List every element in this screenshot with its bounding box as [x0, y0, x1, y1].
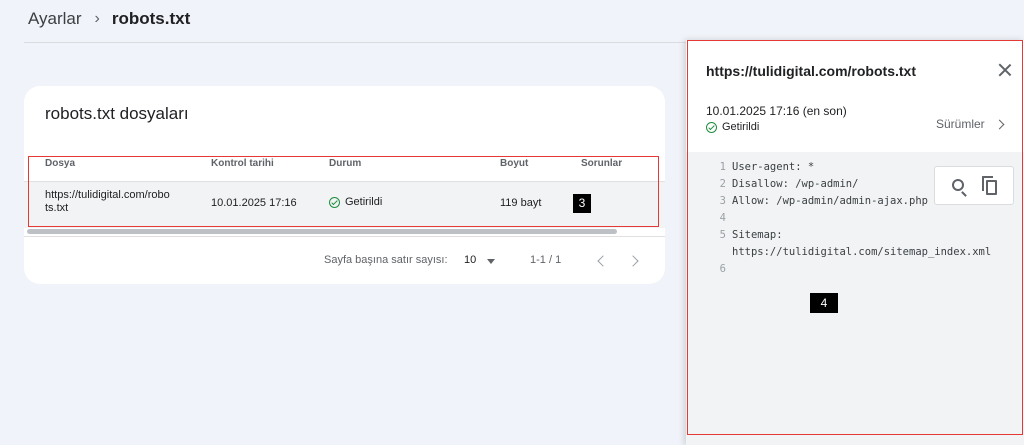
line-number: 2 [719, 178, 726, 190]
code-viewer[interactable]: 1 User-agent: * 2 Disallow: /wp-admin/ 3… [686, 152, 1024, 445]
line-text: Sitemap: [732, 229, 783, 241]
caret-down-icon[interactable] [487, 259, 495, 264]
breadcrumb-current: robots.txt [111, 9, 191, 28]
line-text: https://tulidigital.com/sitemap_index.xm… [732, 246, 992, 258]
copy-icon[interactable] [982, 176, 998, 196]
versions-label: Sürümler [936, 117, 985, 131]
panel-status-label: Getirildi [722, 121, 760, 133]
pagination-range: 1-1 / 1 [530, 254, 562, 266]
chevron-right-icon[interactable] [627, 255, 639, 267]
horizontal-scrollbar[interactable] [27, 229, 617, 234]
chevron-right-icon: › [94, 10, 100, 27]
line-number: 1 [719, 161, 726, 173]
line-number: 3 [719, 195, 726, 207]
panel-fetch-date: 10.01.2025 17:16 (en son) [706, 104, 847, 118]
line-text: Allow: /wp-admin/admin-ajax.php [732, 195, 928, 207]
panel-title: https://tulidigital.com/robots.txt [706, 63, 916, 79]
line-number: 5 [719, 229, 726, 241]
close-icon[interactable] [997, 62, 1013, 78]
panel-status: Getirildi [706, 121, 759, 133]
file-detail-panel: https://tulidigital.com/robots.txt 10.01… [686, 40, 1024, 445]
versions-button[interactable]: Sürümler [936, 117, 1005, 131]
code-toolbar [934, 166, 1014, 205]
line-number: 4 [719, 212, 726, 224]
chevron-right-icon [994, 119, 1005, 129]
copy-icon-front [986, 180, 997, 195]
rows-per-page-label: Sayfa başına satır sayısı: [324, 254, 448, 266]
annotation-badge-3: 3 [573, 194, 591, 213]
card-divider [24, 236, 665, 237]
line-text: User-agent: * [732, 161, 815, 173]
robots-files-card: robots.txt dosyaları Dosya Kontrol tarih… [24, 86, 665, 284]
annotation-badge-4: 4 [810, 293, 838, 313]
card-title: robots.txt dosyaları [45, 104, 189, 123]
breadcrumb: Ayarlar › robots.txt [28, 8, 190, 30]
chevron-left-icon[interactable] [597, 255, 609, 267]
search-icon[interactable] [952, 179, 964, 191]
breadcrumb-settings-link[interactable]: Ayarlar [28, 9, 82, 29]
check-circle-icon [706, 121, 717, 133]
line-number: 6 [719, 263, 726, 275]
rows-per-page-value[interactable]: 10 [464, 254, 476, 266]
annotation-box-table-row [28, 156, 659, 227]
line-text: Disallow: /wp-admin/ [732, 178, 859, 190]
header-divider [24, 42, 686, 43]
